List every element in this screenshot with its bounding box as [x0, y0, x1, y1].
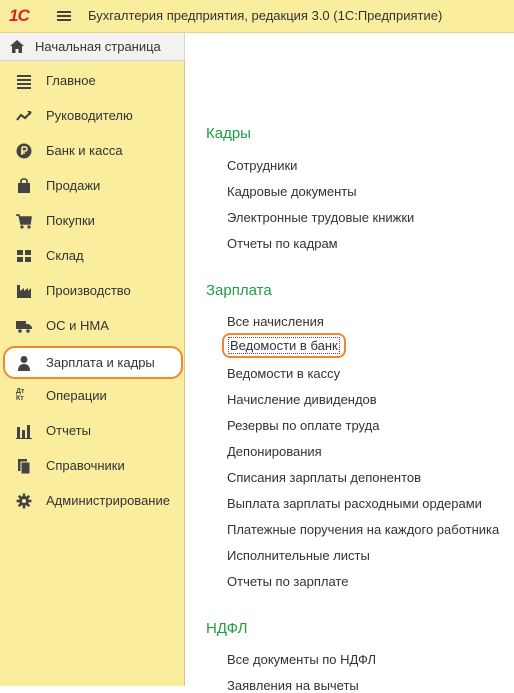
link-deposits[interactable]: Депонирования	[227, 444, 322, 459]
sidebar-item-reports[interactable]: Отчеты	[0, 414, 184, 449]
sidebar-item-label: Справочники	[46, 458, 125, 473]
sidebar-item-production[interactable]: Производство	[0, 274, 184, 309]
section-title-ndfl: НДФЛ	[206, 620, 248, 637]
sidebar-item-label: Склад	[46, 248, 84, 263]
sidebar-item-label: Продажи	[46, 178, 101, 193]
section-title-salary: Зарплата	[206, 282, 272, 299]
dt-kt-icon: Дт Кт	[16, 388, 32, 404]
link-deposit-writeoffs[interactable]: Списания зарплаты депонентов	[227, 470, 421, 485]
sidebar-item-label: ОС и НМА	[46, 318, 109, 333]
ruble-icon	[16, 143, 32, 159]
sidebar-item-operations[interactable]: Дт Кт Операции	[0, 379, 184, 414]
sidebar-item-manager[interactable]: Руководителю	[0, 99, 184, 134]
link-dividends[interactable]: Начисление дивидендов	[227, 392, 377, 407]
link-all-ndfl-documents[interactable]: Все документы по НДФЛ	[227, 652, 376, 667]
sidebar-item-label: Руководителю	[46, 108, 133, 123]
sidebar-item-warehouse[interactable]: Склад	[0, 239, 184, 274]
home-icon	[10, 40, 24, 53]
home-page-link[interactable]: Начальная страница	[0, 33, 185, 61]
title-bar: 1С Бухгалтерия предприятия, редакция 3.0…	[0, 0, 514, 33]
link-hr-reports[interactable]: Отчеты по кадрам	[227, 236, 338, 251]
gear-icon	[16, 493, 32, 509]
sidebar-item-label: Отчеты	[46, 423, 91, 438]
truck-icon	[16, 321, 32, 333]
sidebar-item-label: Банк и касса	[46, 143, 123, 158]
link-hr-documents[interactable]: Кадровые документы	[227, 184, 357, 199]
link-bank-statements-label: Ведомости в банк	[228, 337, 340, 354]
sidebar: Главное Руководителю Банк и касса Продаж…	[0, 61, 185, 686]
sidebar-item-sales[interactable]: Продажи	[0, 169, 184, 204]
section-content: Кадры Сотрудники Кадровые документы Элек…	[185, 33, 514, 693]
link-cash-statements[interactable]: Ведомости в кассу	[227, 366, 340, 381]
link-payroll-reserves[interactable]: Резервы по оплате труда	[227, 418, 379, 433]
dt-kt-icon-text: Дт Кт	[16, 388, 25, 402]
sidebar-item-directories[interactable]: Справочники	[0, 449, 184, 484]
sidebar-item-bank[interactable]: Банк и касса	[0, 134, 184, 169]
link-employees[interactable]: Сотрудники	[227, 158, 297, 173]
trend-icon	[16, 111, 32, 121]
menu-icon[interactable]	[57, 11, 71, 22]
sidebar-item-purchases[interactable]: Покупки	[0, 204, 184, 239]
app-logo[interactable]: 1С	[9, 6, 45, 26]
link-payment-orders-per-employee[interactable]: Платежные поручения на каждого работника	[227, 522, 499, 537]
sidebar-item-label: Операции	[46, 388, 107, 403]
list-icon	[17, 75, 31, 89]
sidebar-item-administration[interactable]: Администрирование	[0, 484, 184, 519]
books-icon	[18, 459, 31, 474]
factory-icon	[17, 285, 31, 298]
sidebar-item-label: Производство	[46, 283, 131, 298]
sidebar-item-label: Покупки	[46, 213, 95, 228]
link-writs-of-execution[interactable]: Исполнительные листы	[227, 548, 370, 563]
app-title: Бухгалтерия предприятия, редакция 3.0 (1…	[88, 8, 443, 23]
section-title-hr: Кадры	[206, 125, 251, 142]
sidebar-item-label: Зарплата и кадры	[46, 355, 155, 370]
link-cash-order-payments[interactable]: Выплата зарплаты расходными ордерами	[227, 496, 482, 511]
link-electronic-work-books[interactable]: Электронные трудовые книжки	[227, 210, 414, 225]
logo-text: 1С	[9, 6, 30, 25]
sidebar-item-label: Администрирование	[46, 493, 170, 508]
sidebar-item-label: Главное	[46, 73, 96, 88]
link-bank-statements[interactable]: Ведомости в банк	[222, 333, 346, 358]
home-label: Начальная страница	[35, 39, 161, 54]
link-salary-reports[interactable]: Отчеты по зарплате	[227, 574, 348, 589]
cart-icon	[16, 214, 32, 229]
link-all-accruals[interactable]: Все начисления	[227, 314, 324, 329]
sidebar-item-fixed-assets[interactable]: ОС и НМА	[0, 309, 184, 344]
sidebar-item-main[interactable]: Главное	[0, 64, 184, 99]
sidebar-item-salary-hr[interactable]: Зарплата и кадры	[3, 346, 183, 379]
warehouse-icon	[17, 250, 31, 262]
person-icon	[18, 356, 30, 371]
bar-chart-icon	[16, 425, 32, 439]
bag-icon	[18, 178, 30, 193]
